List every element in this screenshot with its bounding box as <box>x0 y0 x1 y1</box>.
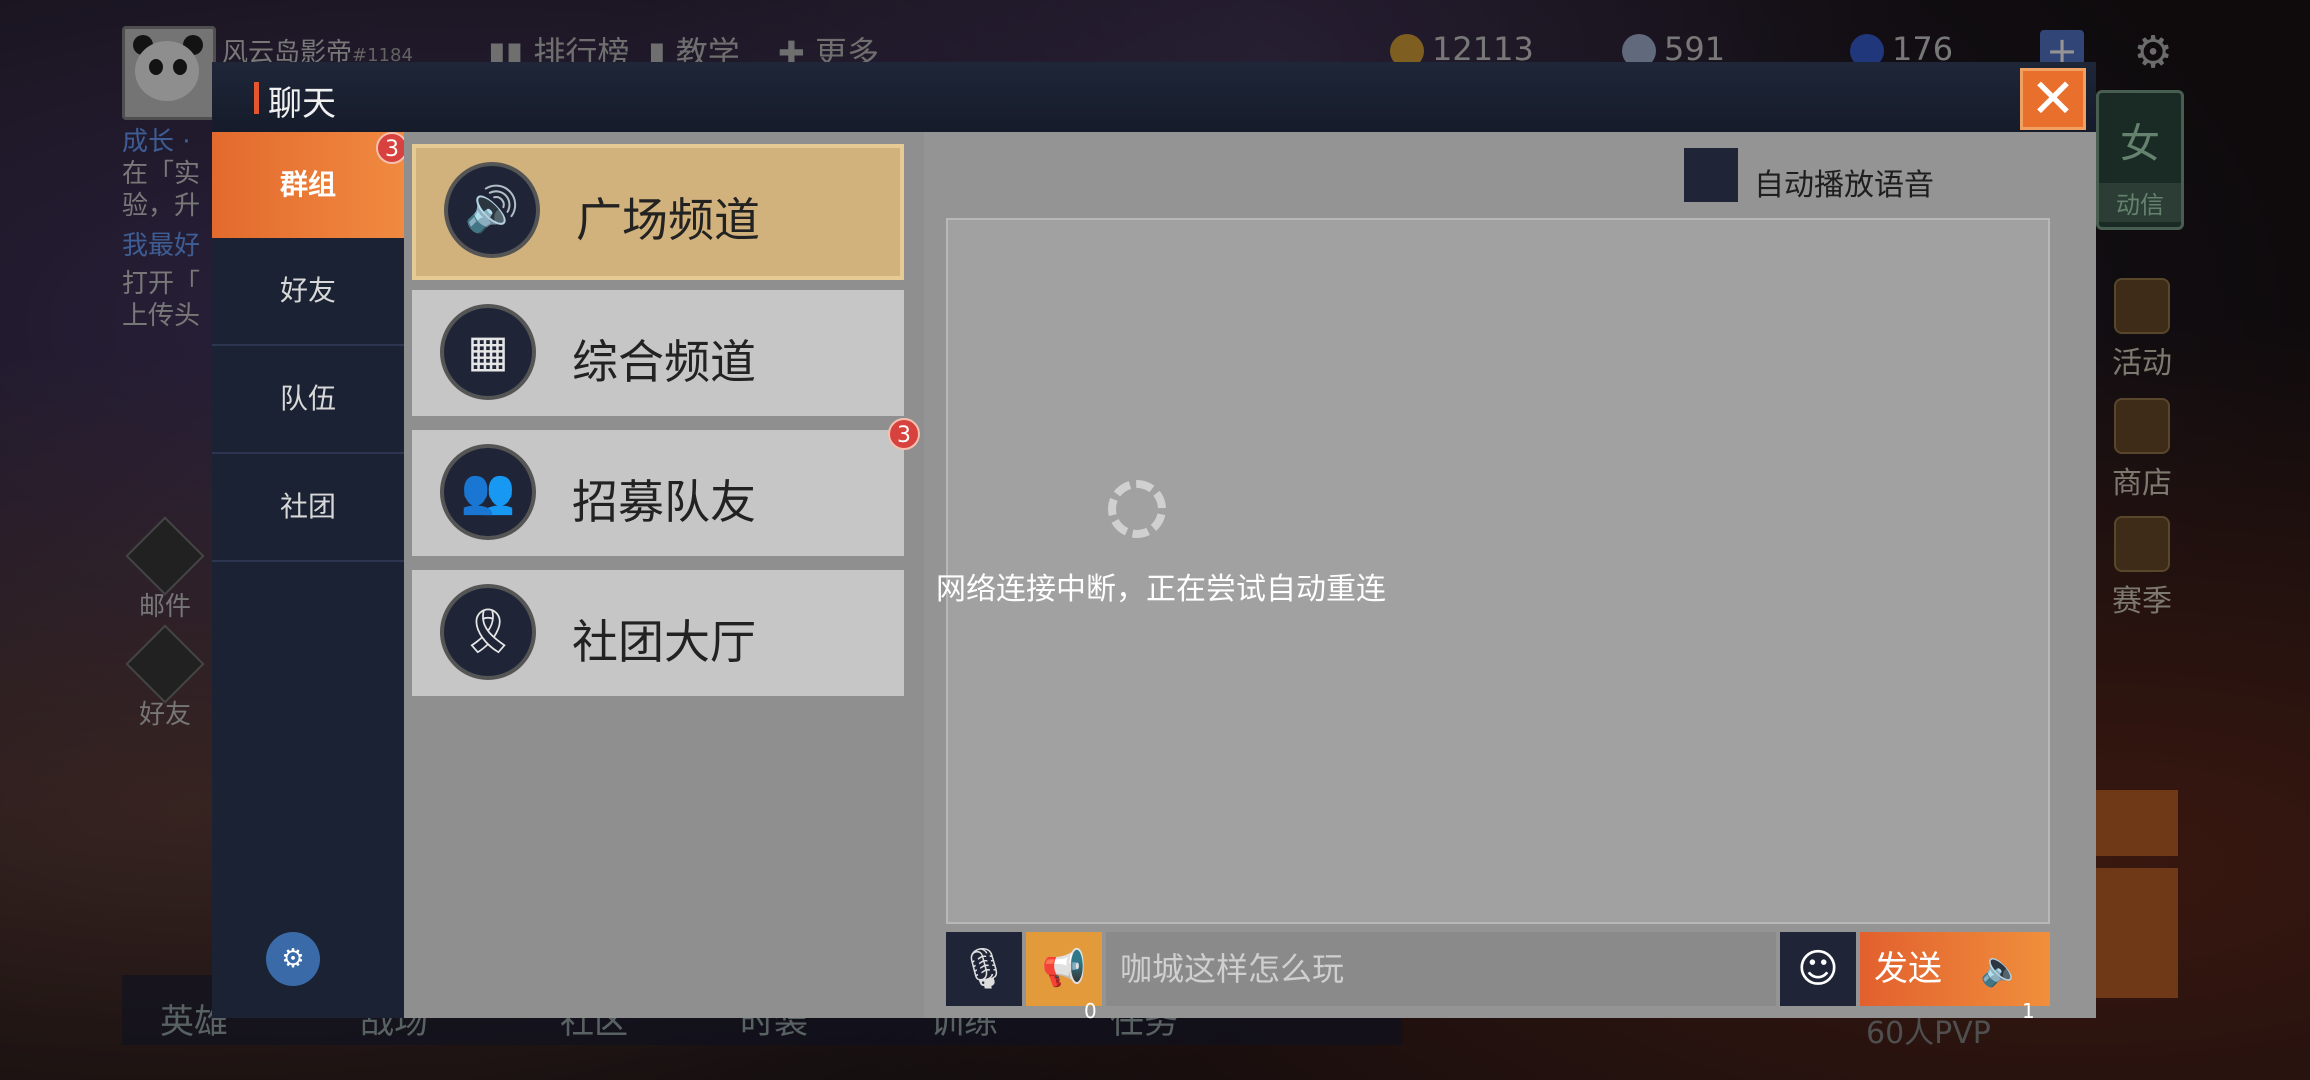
dialog-body: 群组 3 好友 队伍 社团 ⚙ 🔊 广场频道 ▦ 综合频道 👥 招募队友 3 🎗 <box>212 132 2096 1023</box>
close-icon: ✕ <box>2030 67 2076 130</box>
horn-count: 0 <box>1084 999 1097 1023</box>
loading-spinner-icon <box>1108 480 1166 538</box>
network-status-message: 网络连接中断，正在尝试自动重连 <box>936 572 1386 607</box>
chat-settings-icon[interactable]: ⚙ <box>266 932 320 986</box>
mic-icon: 🎙 <box>958 946 1010 992</box>
title-accent <box>254 82 259 114</box>
channel-label: 社团大厅 <box>572 615 756 669</box>
tab-team[interactable]: 队伍 <box>212 346 404 454</box>
channel-label: 广场频道 <box>576 193 760 247</box>
grid-icon: ▦ <box>440 304 536 400</box>
megaphone-icon: 📢 <box>1041 948 1087 989</box>
dialog-title: 聊天 <box>268 84 336 124</box>
tab-label: 好友 <box>279 274 336 307</box>
mic-button[interactable]: 🎙 <box>946 932 1022 1006</box>
tab-label: 队伍 <box>279 382 336 415</box>
speaker-icon: 🔊 <box>444 162 540 258</box>
horn-button[interactable]: 📢 0 <box>1026 932 1102 1023</box>
channel-label: 招募队友 <box>572 475 756 529</box>
users-icon: 👥 <box>440 444 536 540</box>
send-label: 发送 <box>1874 949 1942 989</box>
emoji-button[interactable]: ☺ <box>1780 932 1856 1006</box>
smiley-icon: ☺ <box>1797 946 1839 992</box>
channel-recruit[interactable]: 👥 招募队友 <box>412 430 904 556</box>
input-bar: 🎙 📢 0 ☺ 发送 🔈 1 <box>946 932 2050 1023</box>
tab-friends[interactable]: 好友 <box>212 238 404 346</box>
banner-icon: 🎗 <box>440 584 536 680</box>
channel-recruit-badge: 3 <box>888 418 920 450</box>
channel-general[interactable]: ▦ 综合频道 <box>412 290 904 416</box>
channel-list: 🔊 广场频道 ▦ 综合频道 👥 招募队友 3 🎗 社团大厅 <box>404 132 924 1018</box>
chat-input[interactable] <box>1106 932 1776 1006</box>
message-panel: 网络连接中断，正在尝试自动重连 <box>936 218 2050 924</box>
tab-club[interactable]: 社团 <box>212 454 404 562</box>
dialog-header: 聊天 ✕ <box>212 62 2096 133</box>
auto-voice-checkbox[interactable] <box>1684 148 1738 202</box>
channel-label: 综合频道 <box>572 335 756 389</box>
send-button[interactable]: 发送 🔈 1 <box>1860 932 2050 1023</box>
speaker-icon: 🔈 <box>1980 949 2023 989</box>
channel-square[interactable]: 🔊 广场频道 <box>412 144 904 280</box>
chat-tabs: 群组 3 好友 队伍 社团 ⚙ <box>212 132 408 1018</box>
channel-club-hall[interactable]: 🎗 社团大厅 <box>412 570 904 696</box>
tab-label: 社团 <box>279 490 336 523</box>
send-count: 1 <box>2022 999 2035 1023</box>
auto-voice-label: 自动播放语音 <box>1754 168 1934 203</box>
chat-dialog: 聊天 ✕ 群组 3 好友 队伍 社团 ⚙ 🔊 广场频道 ▦ 综合频道 👥 招募队… <box>212 62 2096 1023</box>
message-area: 自动播放语音 网络连接中断，正在尝试自动重连 🎙 📢 0 ☺ 发送 🔈 1 <box>924 132 2096 1023</box>
close-button[interactable]: ✕ <box>2020 68 2086 130</box>
tab-label: 群组 <box>279 168 336 201</box>
